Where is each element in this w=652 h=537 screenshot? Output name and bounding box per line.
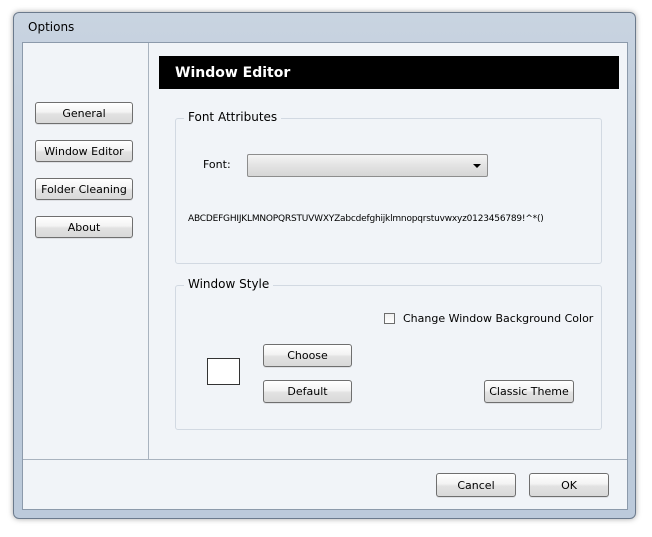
chevron-down-icon — [473, 164, 481, 168]
title-bar[interactable]: Options — [14, 13, 635, 41]
options-dialog: Options General Window Editor Folder Cle… — [13, 12, 636, 519]
font-select[interactable] — [247, 154, 488, 177]
main-panel: Window Editor Font Attributes Font: ABCD… — [149, 43, 627, 459]
background-color-checkbox-label[interactable]: Change Window Background Color — [403, 312, 593, 325]
window-style-title: Window Style — [184, 277, 274, 291]
font-attributes-group: Font Attributes Font: ABCDEFGHIJKLMNOPQR… — [175, 110, 602, 264]
window-title: Options — [28, 20, 75, 34]
font-sample-text: ABCDEFGHIJKLMNOPQRSTUVWXYZabcdefghijklmn… — [188, 214, 544, 224]
sidebar: General Window Editor Folder Cleaning Ab… — [23, 43, 149, 459]
ok-button[interactable]: OK — [529, 473, 609, 497]
font-label: Font: — [203, 158, 231, 171]
font-attributes-title: Font Attributes — [184, 110, 282, 124]
classic-theme-button[interactable]: Classic Theme — [484, 380, 574, 403]
sidebar-item-window-editor[interactable]: Window Editor — [35, 140, 133, 162]
sidebar-item-folder-cleaning[interactable]: Folder Cleaning — [35, 178, 133, 200]
page-title: Window Editor — [159, 56, 619, 89]
background-color-checkbox[interactable] — [384, 313, 395, 324]
default-button[interactable]: Default — [263, 380, 352, 403]
color-swatch — [207, 358, 240, 385]
window-style-group: Window Style Change Window Background Co… — [175, 277, 602, 430]
sidebar-item-general[interactable]: General — [35, 102, 133, 124]
choose-button[interactable]: Choose — [263, 344, 352, 367]
dialog-footer: Cancel OK — [23, 459, 627, 510]
dialog-client-area: General Window Editor Folder Cleaning Ab… — [22, 42, 628, 510]
cancel-button[interactable]: Cancel — [436, 473, 516, 497]
sidebar-item-about[interactable]: About — [35, 216, 133, 238]
